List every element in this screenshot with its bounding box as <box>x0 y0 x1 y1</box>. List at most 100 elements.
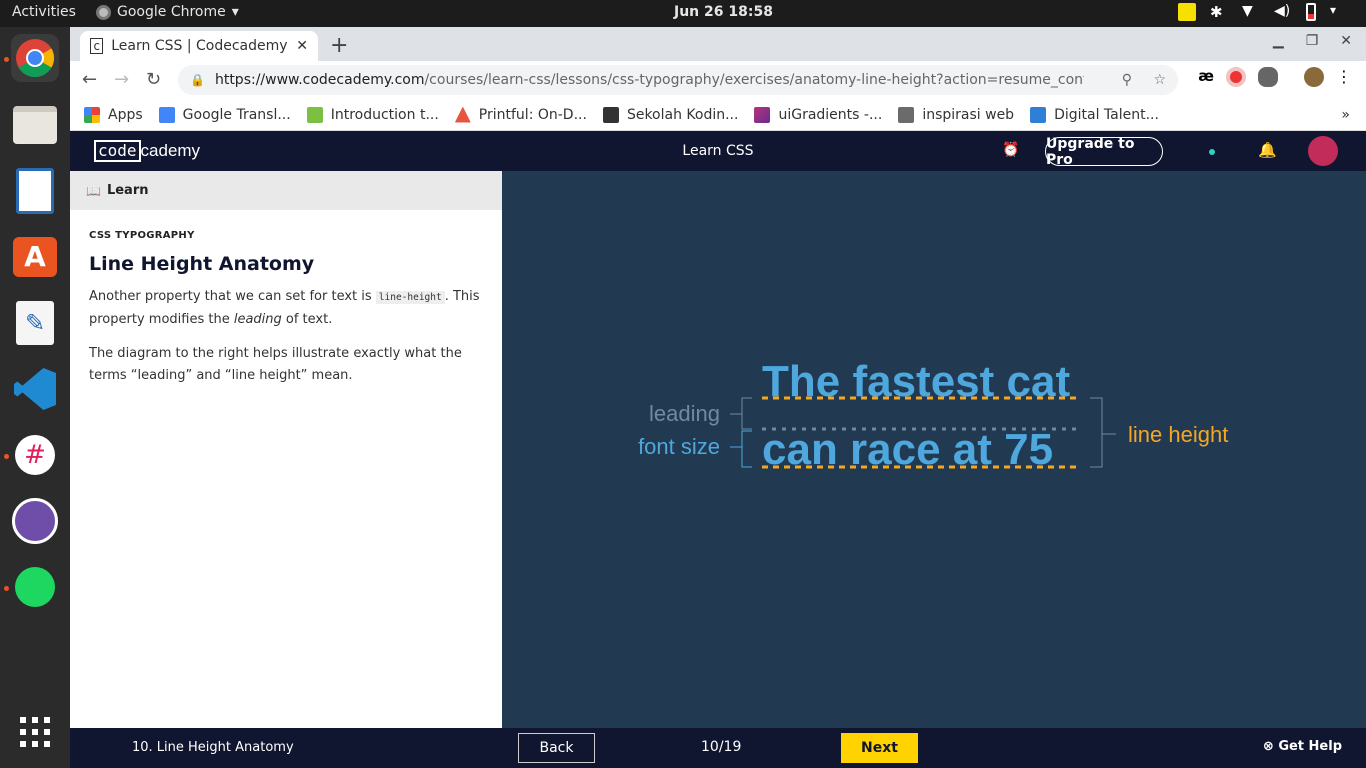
codecademy-header: code cademy Learn CSS ⏰ Upgrade to Pro 🔔 <box>70 131 1366 171</box>
dock: A ✎ # <box>0 27 70 768</box>
course-name: CSS TYPOGRAPHY <box>89 230 195 241</box>
codecademy-favicon: c <box>90 38 104 54</box>
google-translate-icon <box>158 106 175 123</box>
bell-icon[interactable]: 🔔 <box>1258 141 1277 159</box>
close-window-button[interactable]: ✕ <box>1340 33 1352 49</box>
power-menu-icon[interactable]: ▾ <box>1330 3 1348 21</box>
show-apps-button[interactable] <box>11 708 59 756</box>
dock-slack[interactable]: # <box>11 431 59 479</box>
app-name: Google Chrome <box>117 4 226 20</box>
dock-impress[interactable] <box>11 167 59 215</box>
lesson-panel: 📖 Learn CSS TYPOGRAPHY Line Height Anato… <box>70 171 502 728</box>
lesson-title: Line Height Anatomy <box>89 253 315 275</box>
clock[interactable]: Jun 26 18:58 <box>674 4 773 20</box>
volume-icon[interactable]: ◀) <box>1274 3 1292 21</box>
cloud-extension-icon[interactable] <box>1258 67 1278 87</box>
chrome-icon <box>96 4 111 20</box>
dock-text-editor[interactable]: ✎ <box>11 299 59 347</box>
url-host: https://www.codecademy.com <box>214 72 425 88</box>
github-icon <box>12 498 58 544</box>
next-button[interactable]: Next <box>841 733 918 763</box>
ae-extension-icon[interactable]: æ <box>1198 67 1214 87</box>
chevron-down-icon: ▾ <box>231 4 239 20</box>
lesson-menu[interactable]: 10. Line Height Anatomy <box>132 740 294 755</box>
upgrade-to-pro-button[interactable]: Upgrade to Pro <box>1045 136 1163 168</box>
leading-bracket <box>730 397 752 430</box>
learn-tab[interactable]: 📖 Learn <box>70 171 502 210</box>
text-editor-icon: ✎ <box>16 301 54 345</box>
bookmark-printful[interactable]: Printful: On-D... <box>454 106 587 123</box>
browser-tab[interactable]: c Learn CSS | Codecademy ✕ <box>80 31 318 61</box>
system-tray[interactable]: ✱ ▼ ◀) ▾ <box>1178 3 1348 21</box>
chrome-menu-icon[interactable]: ⋮ <box>1336 67 1352 87</box>
bookmark-google-translate[interactable]: Google Transl... <box>158 106 291 123</box>
inline-code: line-height <box>375 291 445 304</box>
activities-button[interactable]: Activities <box>12 4 76 20</box>
browser-window: c Learn CSS | Codecademy ✕ + ▁ ❐ ✕ ← → ↻… <box>70 27 1366 131</box>
label-leading: leading <box>649 401 720 426</box>
notes-icon[interactable] <box>1178 3 1196 21</box>
bookmark-uigradients[interactable]: uiGradients -... <box>754 106 882 123</box>
uigradients-icon <box>754 106 771 123</box>
dock-software-center[interactable]: A <box>11 233 59 281</box>
diagram-svg: The fastest cat can race at 75 leading f… <box>638 357 1228 474</box>
dock-vscode[interactable] <box>11 365 59 413</box>
record-extension-icon[interactable] <box>1226 67 1246 87</box>
bookmark-star-icon[interactable]: ☆ <box>1153 72 1166 88</box>
wifi-icon[interactable]: ▼ <box>1242 3 1260 21</box>
grid-icon <box>20 717 50 747</box>
progress-count: 10/19 <box>701 739 742 755</box>
digital-talent-icon <box>1030 106 1047 123</box>
new-tab-button[interactable]: + <box>330 33 348 58</box>
restore-button[interactable]: ❐ <box>1306 33 1319 49</box>
bookmark-apps[interactable]: Apps <box>84 106 143 123</box>
software-center-icon: A <box>13 237 57 277</box>
forward-arrow-icon[interactable]: → <box>114 69 129 90</box>
bookmarks-bar: Apps Google Transl... Introduction t... … <box>70 99 1366 131</box>
user-avatar[interactable] <box>1308 136 1338 166</box>
label-line-height: line height <box>1128 422 1228 447</box>
window-controls: ▁ ❐ ✕ <box>1273 33 1352 49</box>
label-font-size: font size <box>638 434 720 459</box>
dock-spotify[interactable] <box>11 563 59 611</box>
dock-files[interactable] <box>11 101 59 149</box>
bookmark-folder-inspirasi[interactable]: inspirasi web <box>898 106 1014 123</box>
alarm-clock-icon[interactable]: ⏰ <box>1002 142 1019 158</box>
vscode-icon <box>14 368 56 410</box>
minimize-button[interactable]: ▁ <box>1273 33 1284 49</box>
spotify-icon <box>15 567 55 607</box>
back-button[interactable]: Back <box>518 733 595 763</box>
bookmark-sekolah-koding[interactable]: Sekolah Kodin... <box>602 106 738 123</box>
dock-github[interactable] <box>11 497 59 545</box>
lesson-footer: 10. Line Height Anatomy Back 10/19 Next … <box>70 728 1366 768</box>
bookmark-introduction[interactable]: Introduction t... <box>306 106 439 123</box>
book-icon: 📖 <box>86 183 101 198</box>
slack-tray-icon[interactable]: ✱ <box>1210 3 1228 21</box>
battery-icon[interactable] <box>1306 3 1316 21</box>
reload-icon[interactable]: ↻ <box>146 69 161 90</box>
more-bookmarks-icon[interactable]: » <box>1341 107 1350 123</box>
app-menu[interactable]: Google Chrome ▾ <box>96 4 239 20</box>
line-height-bracket <box>1090 397 1116 468</box>
close-tab-icon[interactable]: ✕ <box>296 38 308 54</box>
browser-toolbar: ← → ↻ 🔒 https://www.codecademy.com/cours… <box>70 61 1366 99</box>
profile-avatar[interactable] <box>1304 67 1324 87</box>
dock-chrome[interactable] <box>11 34 59 82</box>
address-bar[interactable]: 🔒 https://www.codecademy.com/courses/lea… <box>178 65 1178 95</box>
help-icon: ⊗ <box>1262 739 1279 754</box>
bookmark-digital-talent[interactable]: Digital Talent... <box>1030 106 1159 123</box>
apps-grid-icon <box>84 106 100 123</box>
chrome-icon <box>16 39 55 78</box>
tab-strip: c Learn CSS | Codecademy ✕ + ▁ ❐ ✕ <box>70 27 1366 61</box>
back-arrow-icon[interactable]: ← <box>82 69 97 90</box>
system-top-bar: Activities Google Chrome ▾ Jun 26 18:58 … <box>0 0 1366 27</box>
folder-icon <box>898 106 915 123</box>
line-height-diagram: The fastest cat can race at 75 leading f… <box>502 171 1366 728</box>
sekolah-koding-icon <box>602 106 619 123</box>
introduction-icon <box>306 106 323 123</box>
zoom-icon[interactable]: ⚲ <box>1122 72 1132 88</box>
extensions: æ ⋮ <box>1198 67 1352 87</box>
get-help-button[interactable]: ⊗ Get Help <box>1263 739 1342 754</box>
impress-icon <box>16 168 54 214</box>
url-path: /courses/learn-css/lessons/css-typograph… <box>424 72 1085 88</box>
